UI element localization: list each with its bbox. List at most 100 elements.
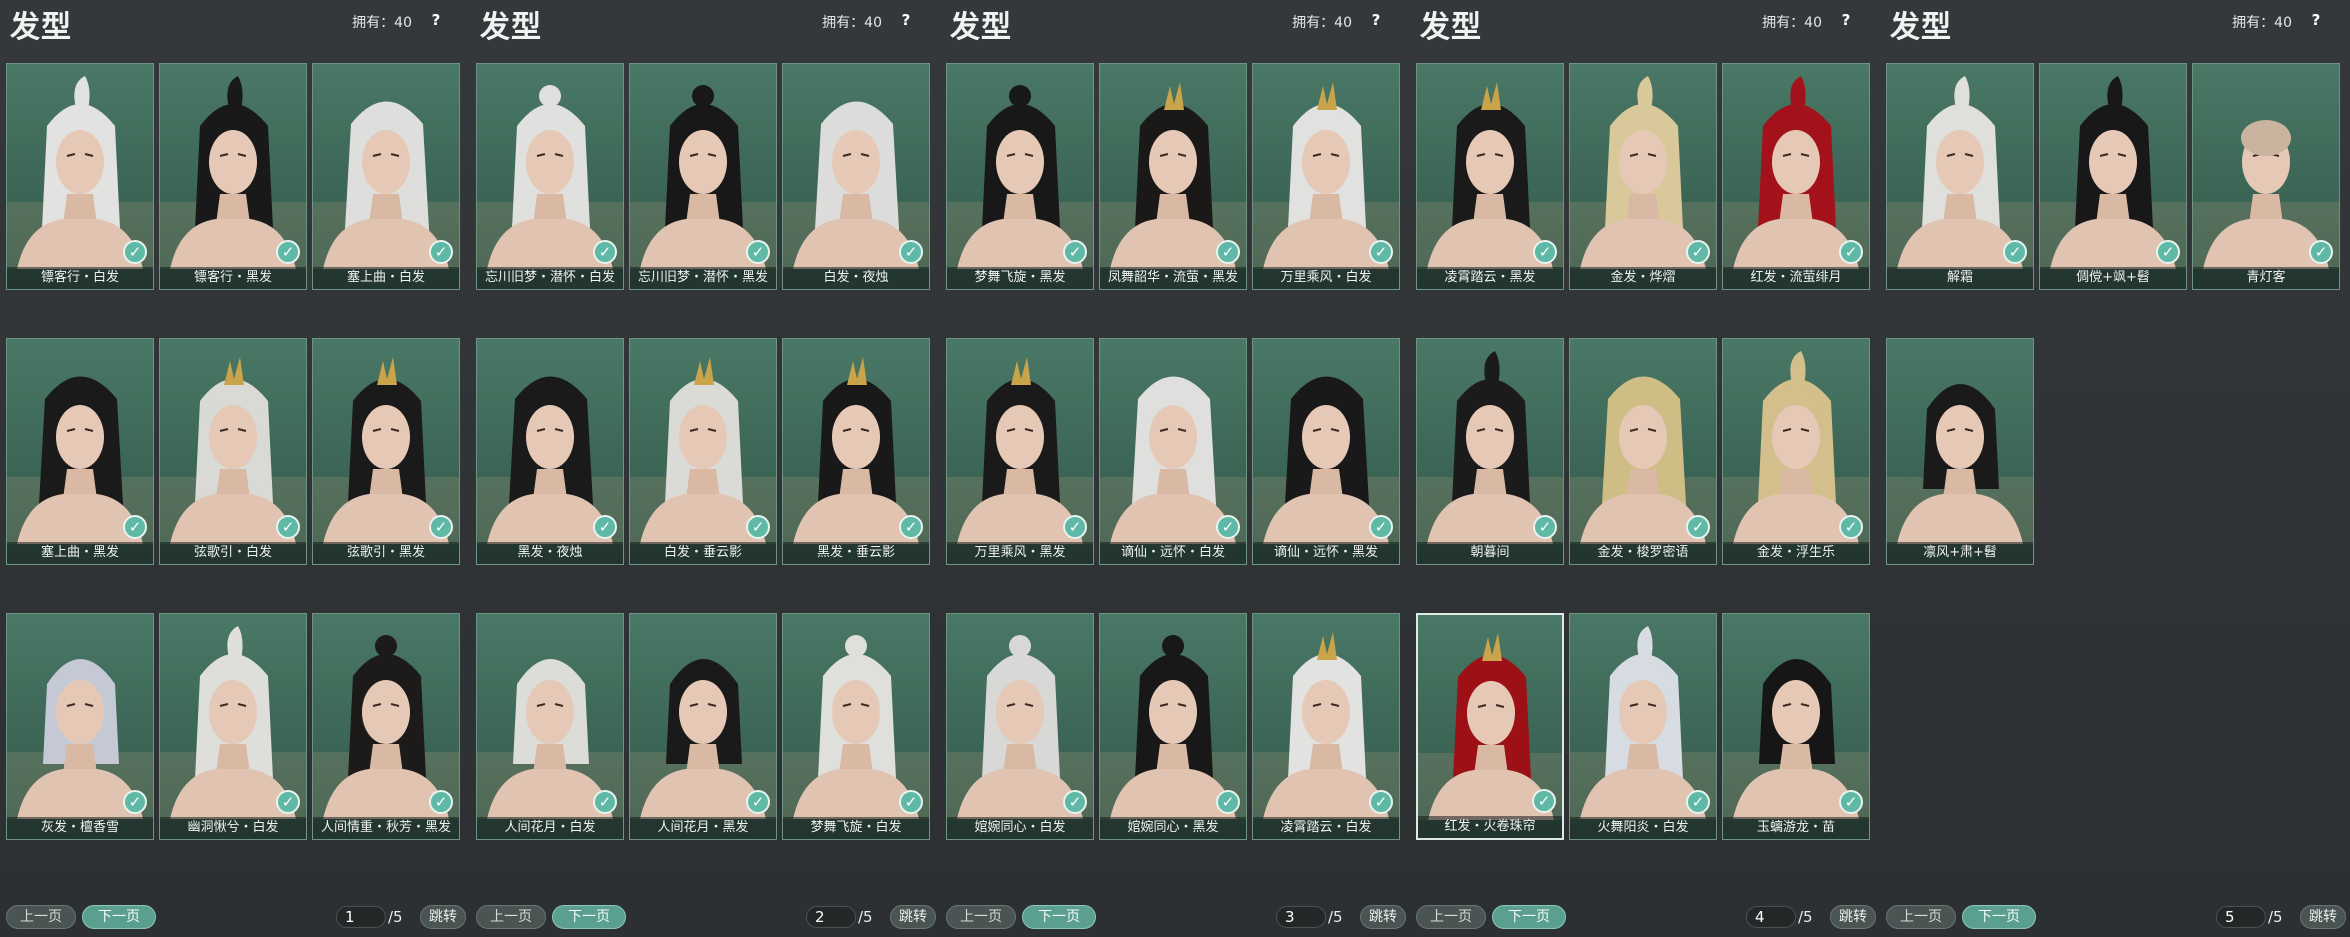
next-page-button[interactable]: 下一页: [552, 905, 626, 929]
hair-bun: [1009, 635, 1031, 657]
hairstyle-card[interactable]: ✓ 梦舞飞旋・黑发: [946, 63, 1094, 290]
prev-page-button[interactable]: 上一页: [476, 905, 546, 929]
hairstyle-card[interactable]: ✓ 弦歌引・黑发: [312, 338, 460, 565]
help-icon[interactable]: ?: [1836, 10, 1856, 30]
hairstyle-card[interactable]: ✓ 红发・流萤绯月: [1722, 63, 1870, 290]
hairstyle-card[interactable]: ✓ 弦歌引・白发: [159, 338, 307, 565]
hairstyle-grid: ✓ 梦舞飞旋・黑发 ✓ 凤舞韶华・流萤・黑发 ✓ 万里乘风・白发 ✓ 万里乘风・黑发 ✓ 谪仙・远…: [946, 63, 1408, 843]
page-total: /5: [2268, 908, 2283, 926]
jump-button[interactable]: 跳转: [1360, 905, 1406, 929]
hair-crown: [1011, 357, 1031, 385]
page-number-input[interactable]: 2: [806, 906, 856, 928]
prev-page-button[interactable]: 上一页: [1886, 905, 1956, 929]
topknot-tail: [74, 76, 90, 114]
prev-page-button[interactable]: 上一页: [6, 905, 76, 929]
character-portrait: [1570, 76, 1716, 269]
help-icon[interactable]: ?: [1366, 10, 1386, 30]
page-number-input[interactable]: 1: [336, 906, 386, 928]
equipped-check-icon: ✓: [2003, 240, 2027, 264]
hairstyle-card[interactable]: ✓ 凤舞韶华・流萤・黑发: [1099, 63, 1247, 290]
hairstyle-card[interactable]: 凛风+肃+髫: [1886, 338, 2034, 565]
hairstyle-card[interactable]: ✓ 塞上曲・黑发: [6, 338, 154, 565]
character-portrait: [783, 101, 929, 269]
help-icon[interactable]: ?: [896, 10, 916, 30]
page-number-input[interactable]: 4: [1746, 906, 1796, 928]
hairstyle-card[interactable]: ✓ 金发・浮生乐: [1722, 338, 1870, 565]
hairstyle-name: 人间情重・秋芳・黑发: [313, 817, 459, 839]
hairstyle-card[interactable]: ✓ 白发・夜烛: [782, 63, 930, 290]
hairstyle-card[interactable]: ✓ 朝暮间: [1416, 338, 1564, 565]
next-page-button[interactable]: 下一页: [1962, 905, 2036, 929]
hairstyle-card[interactable]: ✓ 黑发・垂云影: [782, 338, 930, 565]
hairstyle-name: 凛风+肃+髫: [1887, 542, 2033, 564]
hairstyle-card[interactable]: ✓ 镖客行・黑发: [159, 63, 307, 290]
hairstyle-card[interactable]: ✓ 青灯客: [2192, 63, 2340, 290]
hairstyle-card[interactable]: ✓ 忘川旧梦・潜怀・白发: [476, 63, 624, 290]
character-portrait: [1887, 76, 2033, 269]
hairstyle-card[interactable]: ✓ 忘川旧梦・潜怀・黑发: [629, 63, 777, 290]
page-number-input[interactable]: 5: [2216, 906, 2266, 928]
hairstyle-card[interactable]: ✓ 幽洞愀兮・白发: [159, 613, 307, 840]
hairstyle-card[interactable]: ✓ 金发・烨熠: [1569, 63, 1717, 290]
hairstyle-card[interactable]: ✓ 黑发・夜烛: [476, 338, 624, 565]
hairstyle-card[interactable]: ✓ 塞上曲・白发: [312, 63, 460, 290]
equipped-check-icon: ✓: [899, 240, 923, 264]
hair-crown: [847, 357, 867, 385]
face: [996, 405, 1044, 469]
hairstyle-card[interactable]: ✓ 凌霄踏云・白发: [1252, 613, 1400, 840]
panel-title: 发型: [10, 10, 72, 45]
hairstyle-name: 幽洞愀兮・白发: [160, 817, 306, 839]
hairstyle-name: 镖客行・白发: [7, 267, 153, 289]
hairstyle-card[interactable]: ✓ 人间花月・白发: [476, 613, 624, 840]
hairstyle-card[interactable]: ✓ 人间情重・秋芳・黑发: [312, 613, 460, 840]
hairstyle-card[interactable]: ✓ 白发・垂云影: [629, 338, 777, 565]
hairstyle-card[interactable]: ✓ 人间花月・黑发: [629, 613, 777, 840]
face: [362, 680, 410, 744]
jump-button[interactable]: 跳转: [420, 905, 466, 929]
hairstyle-card[interactable]: ✓ 凌霄踏云・黑发: [1416, 63, 1564, 290]
hairstyle-card[interactable]: ✓ 解霜: [1886, 63, 2034, 290]
help-icon[interactable]: ?: [426, 10, 446, 30]
jump-button[interactable]: 跳转: [1830, 905, 1876, 929]
character-portrait: [313, 357, 459, 544]
equipped-check-icon: ✓: [1533, 240, 1557, 264]
hairstyle-card[interactable]: ✓ 灰发・檀香雪: [6, 613, 154, 840]
hairstyle-card[interactable]: ✓ 红发・火卷珠帘: [1416, 613, 1564, 840]
hairstyle-name: 镖客行・黑发: [160, 267, 306, 289]
next-page-button[interactable]: 下一页: [1022, 905, 1096, 929]
hairstyle-name: 人间花月・白发: [477, 817, 623, 839]
page-total: /5: [388, 908, 403, 926]
hairstyle-card[interactable]: ✓ 镖客行・白发: [6, 63, 154, 290]
hairstyle-name: 凌霄踏云・黑发: [1417, 267, 1563, 289]
hairstyle-card[interactable]: ✓ 万里乘风・白发: [1252, 63, 1400, 290]
jump-button[interactable]: 跳转: [2300, 905, 2346, 929]
character-portrait: [1100, 635, 1246, 819]
equipped-check-icon: ✓: [1686, 240, 1710, 264]
hair-bun: [1162, 635, 1184, 657]
hairstyle-card[interactable]: ✓ 婠婉同心・黑发: [1099, 613, 1247, 840]
page-number-input[interactable]: 3: [1276, 906, 1326, 928]
prev-page-button[interactable]: 上一页: [946, 905, 1016, 929]
help-icon[interactable]: ?: [2306, 10, 2326, 30]
hairstyle-card[interactable]: ✓ 谪仙・远怀・白发: [1099, 338, 1247, 565]
next-page-button[interactable]: 下一页: [82, 905, 156, 929]
hairstyle-card[interactable]: ✓ 玉螭游龙・苗: [1722, 613, 1870, 840]
hairstyle-card[interactable]: ✓ 金发・梭罗密语: [1569, 338, 1717, 565]
hairstyle-card[interactable]: ✓ 倜傥+飒+髫: [2039, 63, 2187, 290]
jump-button[interactable]: 跳转: [890, 905, 936, 929]
character-portrait: [477, 376, 623, 544]
hairstyle-name: 梦舞飞旋・黑发: [947, 267, 1093, 289]
equipped-check-icon: ✓: [429, 240, 453, 264]
face: [832, 405, 880, 469]
hairstyle-card[interactable]: ✓ 婠婉同心・白发: [946, 613, 1094, 840]
hairstyle-card[interactable]: ✓ 谪仙・远怀・黑发: [1252, 338, 1400, 565]
hairstyle-name: 黑发・夜烛: [477, 542, 623, 564]
next-page-button[interactable]: 下一页: [1492, 905, 1566, 929]
panel-title: 发型: [950, 10, 1012, 45]
face: [679, 130, 727, 194]
prev-page-button[interactable]: 上一页: [1416, 905, 1486, 929]
hairstyle-card[interactable]: ✓ 梦舞飞旋・白发: [782, 613, 930, 840]
hairstyle-card[interactable]: ✓ 火舞阳炎・白发: [1569, 613, 1717, 840]
hairstyle-name: 弦歌引・白发: [160, 542, 306, 564]
hairstyle-card[interactable]: ✓ 万里乘风・黑发: [946, 338, 1094, 565]
